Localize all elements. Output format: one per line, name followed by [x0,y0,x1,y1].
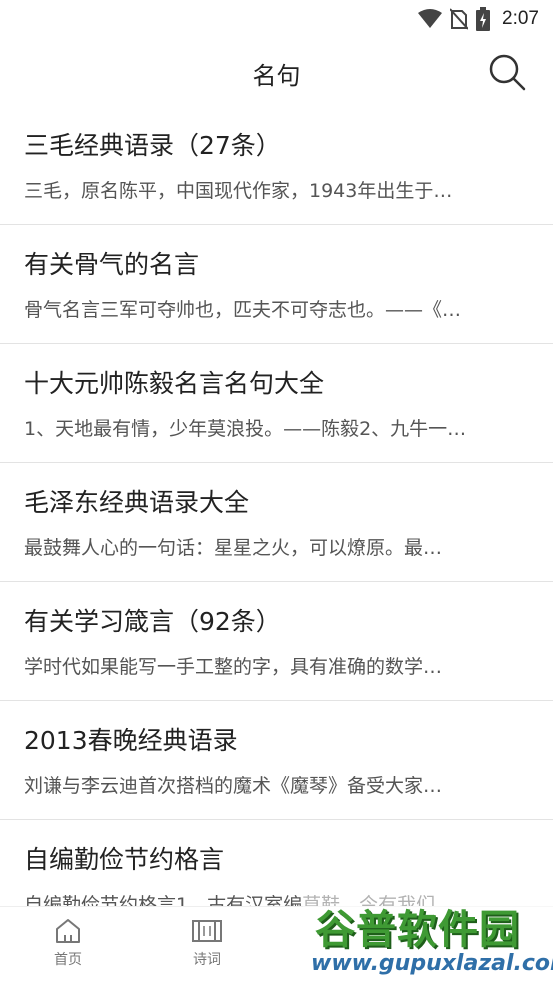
search-icon [489,54,526,91]
item-title: 2013春晚经典语录 [24,726,238,755]
status-bar: 2:07 [0,0,553,38]
watermark: 谷普软件园 www.gupuxlazal.com [303,895,553,983]
item-summary: 骨气名言三军可夺帅也，匹夫不可夺志也。——《… [24,299,462,321]
poem-scroll-icon [192,920,222,942]
nav-home-label: 首页 [54,952,82,968]
nav-home[interactable]: 首页 [33,917,103,969]
list-item[interactable]: 有关学习箴言（92条） 学时代如果能写一手工整的字，具有准确的数学… [0,582,553,701]
list-item[interactable]: 自编勤俭节约格言 自编勤俭节约格言1、古有汉室编草鞋，今有我们 [0,820,553,906]
page-title: 名句 [252,62,301,90]
item-title: 有关骨气的名言 [24,250,200,279]
item-title: 自编勤俭节约格言 [24,845,225,874]
nav-poems[interactable]: 诗词 [172,917,242,969]
list-item[interactable]: 十大元帅陈毅名言名句大全 1、天地最有情，少年莫浪投。——陈毅2、九牛一… [0,344,553,463]
list-item[interactable]: 毛泽东经典语录大全 最鼓舞人心的一句话：星星之火，可以燎原。最… [0,463,553,582]
item-summary: 1、天地最有情，少年莫浪投。——陈毅2、九牛一… [24,418,467,440]
item-summary: 最鼓舞人心的一句话：星星之火，可以燎原。最… [24,537,443,559]
watermark-logo: 谷普软件园 [315,907,520,953]
list-item[interactable]: 有关骨气的名言 骨气名言三军可夺帅也，匹夫不可夺志也。——《… [0,225,553,344]
watermark-url: www.gupuxlazal.com [311,951,553,976]
search-button[interactable] [487,52,527,92]
list-item[interactable]: 2013春晚经典语录 刘谦与李云迪首次搭档的魔术《魔琴》备受大家… [0,701,553,820]
item-summary: 学时代如果能写一手工整的字，具有准确的数学… [24,656,443,678]
item-summary: 三毛，原名陈平，中国现代作家，1943年出生于… [24,180,453,202]
item-title: 三毛经典语录（27条） [24,131,281,160]
item-summary: 刘谦与李云迪首次搭档的魔术《魔琴》备受大家… [24,775,443,797]
battery-charging-icon [476,7,491,31]
item-title: 毛泽东经典语录大全 [24,488,250,517]
wifi-icon [418,9,443,28]
status-time: 2:07 [502,8,539,29]
quote-list: 三毛经典语录（27条） 三毛，原名陈平，中国现代作家，1943年出生于… 有关骨… [0,106,553,906]
item-title: 十大元帅陈毅名言名句大全 [24,369,325,398]
nav-poems-label: 诗词 [193,952,221,968]
header: 名句 [0,38,553,106]
list-item[interactable]: 三毛经典语录（27条） 三毛，原名陈平，中国现代作家，1943年出生于… [0,106,553,225]
no-sim-icon [450,8,469,30]
item-title: 有关学习箴言（92条） [24,607,281,636]
home-icon [56,919,80,943]
